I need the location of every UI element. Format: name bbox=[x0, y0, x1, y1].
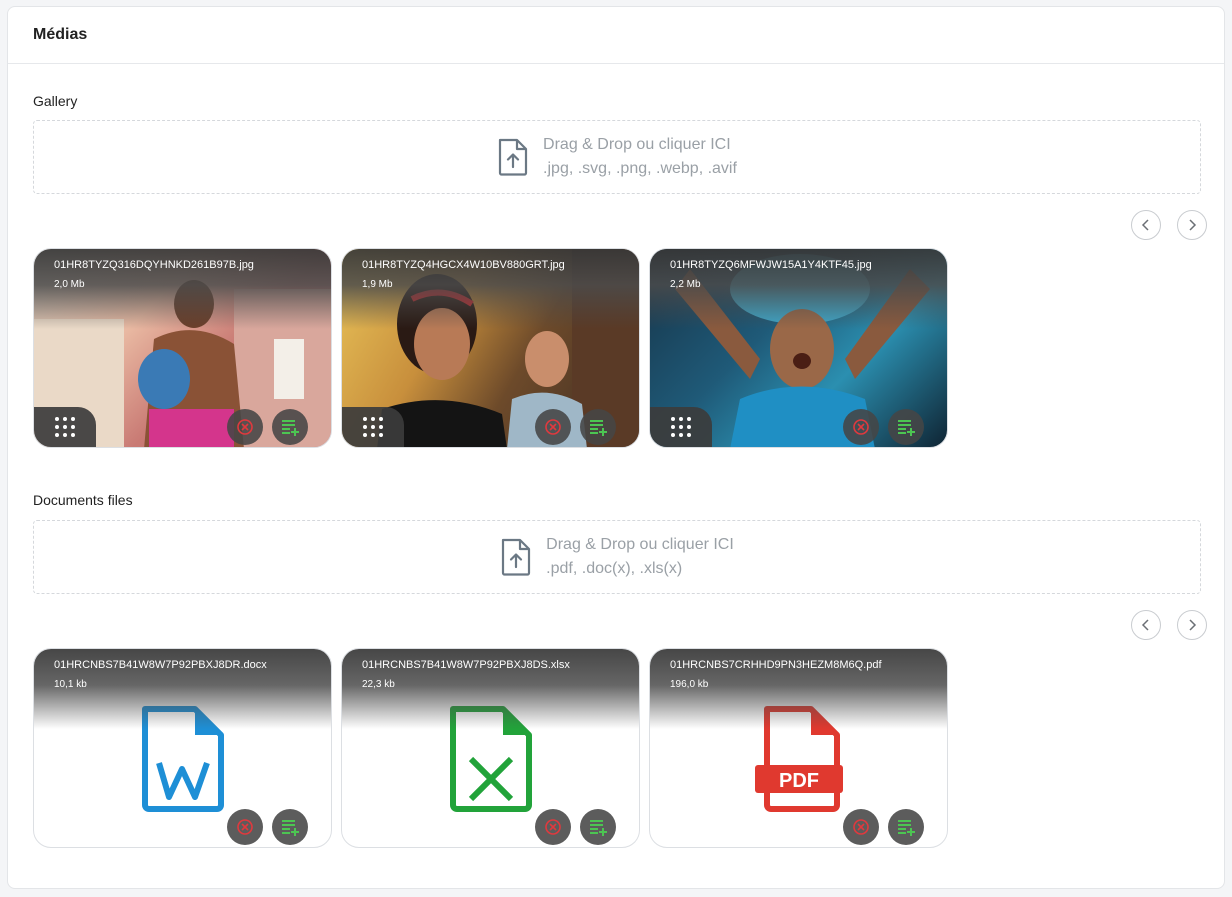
add-to-list-button[interactable] bbox=[580, 409, 616, 445]
gallery-prev-button[interactable] bbox=[1131, 210, 1161, 240]
document-card[interactable]: 01HRCNBS7B41W8W7P92PBXJ8DS.xlsx 22,3 kb bbox=[341, 648, 640, 848]
gallery-title: Gallery bbox=[33, 93, 78, 109]
upload-file-icon bbox=[502, 538, 531, 576]
file-size: 196,0 kb bbox=[670, 679, 709, 690]
file-name: 01HR8TYZQ4HGCX4W10BV880GRT.jpg bbox=[362, 259, 565, 271]
grip-dots-icon bbox=[363, 417, 383, 437]
gallery-card[interactable]: 01HR8TYZQ6MFWJW15A1Y4KTF45.jpg 2,2 Mb bbox=[649, 248, 948, 448]
file-name: 01HRCNBS7B41W8W7P92PBXJ8DS.xlsx bbox=[362, 659, 570, 671]
playlist-add-icon bbox=[590, 820, 607, 836]
add-to-list-button[interactable] bbox=[272, 809, 308, 845]
documents-next-button[interactable] bbox=[1177, 610, 1207, 640]
remove-circle-icon bbox=[545, 419, 561, 435]
remove-circle-icon bbox=[237, 419, 253, 435]
delete-button[interactable] bbox=[227, 809, 263, 845]
file-size: 1,9 Mb bbox=[362, 279, 393, 290]
file-name: 01HRCNBS7CRHHD9PN3HEZM8M6Q.pdf bbox=[670, 659, 882, 671]
add-to-list-button[interactable] bbox=[580, 809, 616, 845]
panel-header: Médias bbox=[8, 7, 1224, 64]
add-to-list-button[interactable] bbox=[888, 409, 924, 445]
documents-prev-button[interactable] bbox=[1131, 610, 1161, 640]
delete-button[interactable] bbox=[843, 809, 879, 845]
file-size: 2,2 Mb bbox=[670, 279, 701, 290]
delete-button[interactable] bbox=[843, 409, 879, 445]
playlist-add-icon bbox=[898, 820, 915, 836]
add-to-list-button[interactable] bbox=[888, 809, 924, 845]
dropzone-formats: .jpg, .svg, .png, .webp, .avif bbox=[543, 160, 737, 177]
playlist-add-icon bbox=[590, 420, 607, 436]
remove-circle-icon bbox=[545, 819, 561, 835]
documents-dropzone[interactable]: Drag & Drop ou cliquer ICI .pdf, .doc(x)… bbox=[33, 520, 1201, 594]
playlist-add-icon bbox=[898, 420, 915, 436]
gallery-dropzone[interactable]: Drag & Drop ou cliquer ICI .jpg, .svg, .… bbox=[33, 120, 1201, 194]
drag-handle[interactable] bbox=[650, 407, 712, 447]
dropzone-instruction: Drag & Drop ou cliquer ICI bbox=[546, 536, 734, 553]
documents-section: Documents files Drag & Drop ou cliquer I… bbox=[33, 492, 1207, 848]
gallery-cards: 01HR8TYZQ316DQYHNKD261B97B.jpg 2,0 Mb 01… bbox=[33, 248, 948, 448]
grip-dots-icon bbox=[671, 417, 691, 437]
file-size: 22,3 kb bbox=[362, 679, 395, 690]
drag-handle[interactable] bbox=[342, 407, 404, 447]
remove-circle-icon bbox=[853, 819, 869, 835]
file-name: 01HR8TYZQ6MFWJW15A1Y4KTF45.jpg bbox=[670, 259, 872, 271]
file-name: 01HR8TYZQ316DQYHNKD261B97B.jpg bbox=[54, 259, 254, 271]
remove-circle-icon bbox=[237, 819, 253, 835]
documents-title: Documents files bbox=[33, 492, 133, 508]
gallery-card[interactable]: 01HR8TYZQ316DQYHNKD261B97B.jpg 2,0 Mb bbox=[33, 248, 332, 448]
chevron-left-icon bbox=[1141, 619, 1149, 631]
playlist-add-icon bbox=[282, 820, 299, 836]
documents-cards: 01HRCNBS7B41W8W7P92PBXJ8DR.docx 10,1 kb … bbox=[33, 648, 948, 848]
medias-panel: Médias Gallery Drag & Drop ou cliquer IC… bbox=[7, 6, 1225, 889]
gallery-card[interactable]: 01HR8TYZQ4HGCX4W10BV880GRT.jpg 1,9 Mb bbox=[341, 248, 640, 448]
panel-title: Médias bbox=[33, 26, 88, 43]
remove-circle-icon bbox=[853, 419, 869, 435]
delete-button[interactable] bbox=[535, 409, 571, 445]
file-size: 10,1 kb bbox=[54, 679, 87, 690]
upload-file-icon bbox=[498, 138, 528, 176]
pdf-badge-label: PDF bbox=[779, 770, 819, 792]
gallery-next-button[interactable] bbox=[1177, 210, 1207, 240]
chevron-right-icon bbox=[1189, 219, 1197, 231]
document-card[interactable]: PDF 01HRCNBS7CRHHD9PN3HEZM8M6Q.pdf 196,0… bbox=[649, 648, 948, 848]
file-name: 01HRCNBS7B41W8W7P92PBXJ8DR.docx bbox=[54, 659, 267, 671]
document-card[interactable]: 01HRCNBS7B41W8W7P92PBXJ8DR.docx 10,1 kb bbox=[33, 648, 332, 848]
playlist-add-icon bbox=[282, 420, 299, 436]
file-size: 2,0 Mb bbox=[54, 279, 85, 290]
add-to-list-button[interactable] bbox=[272, 409, 308, 445]
grip-dots-icon bbox=[55, 417, 75, 437]
drag-handle[interactable] bbox=[34, 407, 96, 447]
dropzone-instruction: Drag & Drop ou cliquer ICI bbox=[543, 136, 731, 153]
gallery-carousel-nav bbox=[1131, 210, 1207, 240]
delete-button[interactable] bbox=[535, 809, 571, 845]
gallery-section: Gallery Drag & Drop ou cliquer ICI .jpg,… bbox=[33, 93, 1207, 448]
chevron-left-icon bbox=[1141, 219, 1149, 231]
dropzone-formats: .pdf, .doc(x), .xls(x) bbox=[546, 560, 683, 577]
documents-carousel-nav bbox=[1131, 610, 1207, 640]
delete-button[interactable] bbox=[227, 409, 263, 445]
chevron-right-icon bbox=[1189, 619, 1197, 631]
